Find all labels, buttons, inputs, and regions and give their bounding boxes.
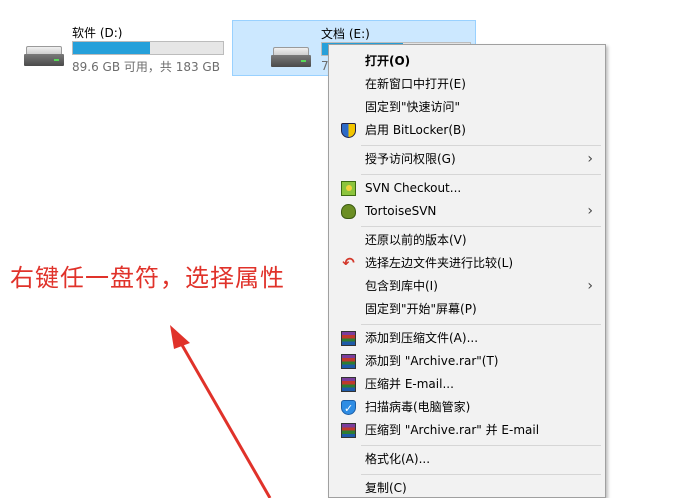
menu-item-label: 固定到"开始"屏幕(P) <box>365 302 477 316</box>
menu-item-svn-checkout[interactable]: SVN Checkout... <box>331 177 603 199</box>
menu-item-add-archive-rar[interactable]: 添加到 "Archive.rar"(T) <box>331 350 603 372</box>
winrar-icon <box>341 377 356 392</box>
context-menu: 打开(O) 在新窗口中打开(E) 固定到"快速访问" 启用 BitLocker(… <box>328 44 606 498</box>
pc-guard-shield-icon <box>341 398 356 420</box>
menu-separator <box>361 226 601 227</box>
menu-item-label: 压缩到 "Archive.rar" 并 E-mail <box>365 423 540 437</box>
winrar-icon <box>341 423 356 438</box>
menu-item-grant-access[interactable]: 授予访问权限(G) › <box>331 148 603 170</box>
menu-item-label: 包含到库中(I) <box>365 279 438 293</box>
menu-item-open[interactable]: 打开(O) <box>331 50 603 72</box>
tortoisesvn-icon <box>341 204 356 219</box>
menu-item-label: SVN Checkout... <box>365 181 462 195</box>
menu-item-tortoisesvn[interactable]: TortoiseSVN › <box>331 200 603 222</box>
menu-separator <box>361 174 601 175</box>
menu-separator <box>361 145 601 146</box>
menu-item-compress-rar-email[interactable]: 压缩到 "Archive.rar" 并 E-mail <box>331 419 603 441</box>
arrow-shaft <box>176 337 272 498</box>
menu-item-label: 添加到压缩文件(A)... <box>365 331 479 345</box>
menu-separator <box>361 474 601 475</box>
menu-item-open-new-window[interactable]: 在新窗口中打开(E) <box>331 73 603 95</box>
svn-checkout-icon <box>341 181 356 196</box>
menu-item-label: 固定到"快速访问" <box>365 100 461 114</box>
menu-item-copy[interactable]: 复制(C) <box>331 477 603 497</box>
chevron-right-icon: › <box>587 278 593 294</box>
menu-item-pin-start[interactable]: 固定到"开始"屏幕(P) <box>331 298 603 320</box>
menu-item-label: 压缩并 E-mail... <box>365 377 454 391</box>
menu-item-label: 格式化(A)... <box>365 452 431 466</box>
menu-separator <box>361 445 601 446</box>
menu-item-label: 还原以前的版本(V) <box>365 233 467 247</box>
menu-item-include-library[interactable]: 包含到库中(I) › <box>331 275 603 297</box>
winrar-icon <box>341 331 356 346</box>
menu-item-label: 选择左边文件夹进行比较(L) <box>365 256 514 270</box>
menu-item-bitlocker[interactable]: 启用 BitLocker(B) <box>331 119 603 141</box>
chevron-right-icon: › <box>587 151 593 167</box>
menu-separator <box>361 324 601 325</box>
menu-item-add-archive[interactable]: 添加到压缩文件(A)... <box>331 327 603 349</box>
menu-item-label: 在新窗口中打开(E) <box>365 77 466 91</box>
compare-undo-icon: ↶ <box>342 254 355 272</box>
menu-item-select-compare[interactable]: ↶ 选择左边文件夹进行比较(L) <box>331 252 603 274</box>
menu-item-label: 复制(C) <box>365 481 407 495</box>
menu-item-pin-quick-access[interactable]: 固定到"快速访问" <box>331 96 603 118</box>
winrar-icon <box>341 354 356 369</box>
menu-item-label: 添加到 "Archive.rar"(T) <box>365 354 499 368</box>
menu-item-label: 授予访问权限(G) <box>365 152 456 166</box>
chevron-right-icon: › <box>587 203 593 219</box>
menu-item-compress-email[interactable]: 压缩并 E-mail... <box>331 373 603 395</box>
menu-item-label: 启用 BitLocker(B) <box>365 123 466 137</box>
menu-item-label: TortoiseSVN <box>365 204 437 218</box>
menu-item-label: 扫描病毒(电脑管家) <box>365 400 471 414</box>
menu-item-restore-previous[interactable]: 还原以前的版本(V) <box>331 229 603 251</box>
uac-shield-icon <box>341 123 356 138</box>
arrow-head <box>170 325 190 349</box>
menu-item-label: 打开(O) <box>365 54 411 68</box>
menu-item-format[interactable]: 格式化(A)... <box>331 448 603 470</box>
menu-item-scan-virus[interactable]: 扫描病毒(电脑管家) <box>331 396 603 420</box>
